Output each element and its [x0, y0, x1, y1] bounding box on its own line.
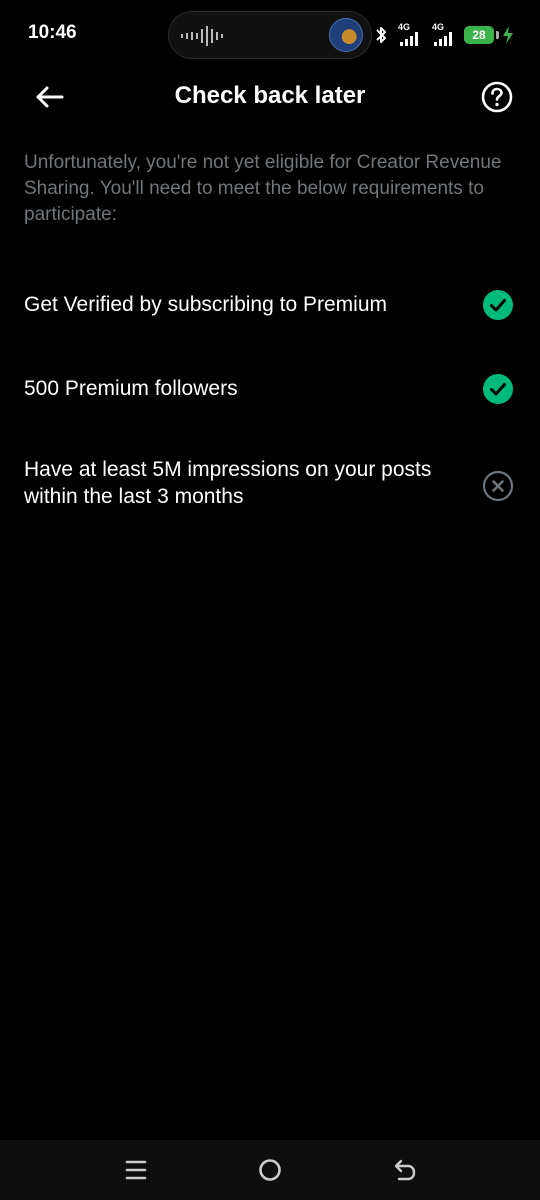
requirements-list: Get Verified by subscribing to Premium 5…	[0, 280, 540, 532]
check-circle-icon	[483, 374, 513, 404]
dynamic-island-pill[interactable]	[168, 11, 372, 59]
screen: 10:46 4G 4G 28 Check back later Unfortun…	[0, 0, 540, 1200]
status-bar: 10:46 4G 4G 28	[0, 0, 540, 68]
signal-icon: 4G	[430, 22, 456, 46]
check-circle-icon	[483, 290, 513, 320]
help-button[interactable]	[480, 80, 514, 114]
requirement-label: 500 Premium followers	[24, 377, 238, 400]
status-time: 10:46	[28, 22, 77, 43]
intro-text: Unfortunately, you're not yet eligible f…	[24, 152, 502, 225]
requirement-item-followers: 500 Premium followers	[0, 364, 540, 448]
signal-icon: 4G	[396, 22, 422, 46]
requirement-label: Get Verified by subscribing to Premium	[24, 293, 387, 316]
network-type-2: 4G	[432, 22, 445, 32]
battery-level: 28	[472, 28, 486, 42]
requirement-label: Have at least 5M impressions on your pos…	[24, 458, 432, 508]
bluetooth-icon	[376, 27, 386, 43]
battery-icon: 28	[464, 26, 499, 44]
help-circle-icon	[481, 81, 513, 113]
back-icon[interactable]	[392, 1157, 418, 1183]
system-nav-bar	[0, 1140, 540, 1200]
menu-icon[interactable]	[123, 1157, 149, 1183]
header: Check back later	[0, 68, 540, 126]
status-icons: 4G 4G 28	[374, 22, 514, 48]
page-title: Check back later	[174, 82, 366, 109]
requirement-item-verified: Get Verified by subscribing to Premium	[0, 280, 540, 364]
audio-wave-icon	[181, 26, 223, 46]
requirement-item-impressions: Have at least 5M impressions on your pos…	[0, 448, 540, 532]
charging-icon	[503, 26, 513, 44]
home-icon[interactable]	[257, 1157, 283, 1183]
avatar[interactable]	[329, 18, 363, 52]
network-type-1: 4G	[398, 22, 411, 32]
x-circle-icon	[482, 470, 514, 502]
